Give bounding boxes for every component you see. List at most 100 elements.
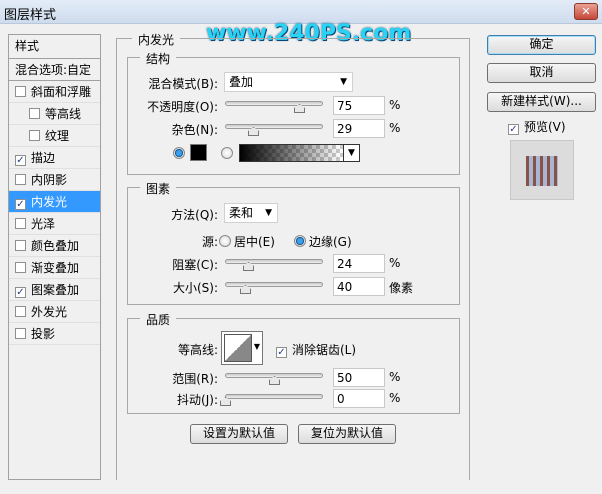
contour-label: 等高线: xyxy=(177,343,218,357)
opacity-slider[interactable] xyxy=(225,101,323,106)
noise-slider[interactable] xyxy=(225,124,323,129)
styles-header[interactable]: 样式 xyxy=(9,35,100,59)
blend-mode-select[interactable]: 叠加 ▼ xyxy=(224,72,353,92)
preview-thumbnail xyxy=(526,156,558,186)
choke-label: 阻塞(C): xyxy=(172,258,218,272)
range-label: 范围(R): xyxy=(172,372,218,386)
style-item-label: 描边 xyxy=(31,151,56,165)
style-item-label: 颜色叠加 xyxy=(31,239,80,253)
size-input[interactable]: 40 xyxy=(333,277,385,296)
jitter-label: 抖动(J): xyxy=(177,393,218,407)
check-icon: ✓ xyxy=(508,124,519,135)
checkbox-icon[interactable] xyxy=(15,218,26,229)
chevron-down-icon: ▼ xyxy=(340,77,347,87)
opacity-input[interactable]: 75 xyxy=(333,96,385,115)
style-item[interactable]: ✓ 图案叠加 xyxy=(9,279,100,301)
preview-label: 预览(V) xyxy=(524,120,566,134)
style-preview xyxy=(510,140,574,200)
contour-picker[interactable]: ▼ xyxy=(221,331,263,365)
source-label: 源: xyxy=(202,235,219,249)
range-input[interactable]: 50 xyxy=(333,368,385,387)
method-value: 柔和 xyxy=(229,206,254,220)
styles-list: 样式 混合选项:自定 斜面和浮雕等高线纹理 ✓ 描边内阴影 ✓ 内发光光泽颜色叠加渐变叠… xyxy=(8,34,101,480)
style-item-label: 纹理 xyxy=(45,129,70,143)
chevron-down-icon: ▼ xyxy=(265,208,272,218)
new-style-button[interactable]: 新建样式(W)... xyxy=(487,92,596,112)
style-item[interactable]: 光泽 xyxy=(9,213,100,235)
style-item[interactable]: 颜色叠加 xyxy=(9,235,100,257)
blend-mode-value: 叠加 xyxy=(229,75,254,89)
source-edge-label[interactable]: 边缘(G) xyxy=(309,233,352,250)
style-item-label: 渐变叠加 xyxy=(31,261,80,275)
choke-input[interactable]: 24 xyxy=(333,254,385,273)
style-item[interactable]: 等高线 xyxy=(9,103,100,125)
checkbox-icon[interactable] xyxy=(29,108,40,119)
gradient-picker[interactable]: ▼ xyxy=(239,144,360,162)
opacity-label: 不透明度(O): xyxy=(147,100,218,114)
check-icon: ✓ xyxy=(276,347,287,358)
checkbox-icon[interactable]: ✓ xyxy=(15,199,26,210)
color-swatch[interactable] xyxy=(190,144,207,161)
jitter-input[interactable]: 0 xyxy=(333,389,385,408)
ok-button[interactable]: 确定 xyxy=(487,35,596,55)
style-item-label: 等高线 xyxy=(45,107,82,121)
noise-label: 杂色(N): xyxy=(171,123,218,137)
style-item-label: 图案叠加 xyxy=(31,283,80,297)
noise-unit: % xyxy=(389,121,401,135)
range-unit: % xyxy=(389,370,401,384)
blend-mode-label: 混合模式(B): xyxy=(148,77,218,91)
jitter-unit: % xyxy=(389,391,401,405)
opacity-unit: % xyxy=(389,98,401,112)
style-item[interactable]: 内阴影 xyxy=(9,169,100,191)
source-center-radio[interactable] xyxy=(219,235,231,247)
size-slider[interactable] xyxy=(225,282,323,287)
preview-checkbox[interactable]: ✓ 预览(V) xyxy=(508,118,566,135)
checkbox-icon[interactable] xyxy=(15,306,26,317)
style-item-label: 内阴影 xyxy=(31,173,68,187)
structure-title: 结构 xyxy=(140,50,177,67)
style-item-label: 外发光 xyxy=(31,305,68,319)
choke-slider[interactable] xyxy=(225,259,323,264)
method-select[interactable]: 柔和 ▼ xyxy=(224,203,278,223)
size-label: 大小(S): xyxy=(172,281,218,295)
chevron-down-icon: ▼ xyxy=(253,342,260,351)
size-unit: 像素 xyxy=(389,281,414,295)
style-item[interactable]: 斜面和浮雕 xyxy=(9,81,100,103)
antialias-checkbox[interactable]: ✓ 消除锯齿(L) xyxy=(276,341,356,358)
style-item[interactable]: 投影 xyxy=(9,323,100,345)
checkbox-icon[interactable]: ✓ xyxy=(15,155,26,166)
source-edge-radio[interactable] xyxy=(294,235,306,247)
contour-preview xyxy=(224,334,252,362)
style-item[interactable]: 渐变叠加 xyxy=(9,257,100,279)
checkbox-icon[interactable] xyxy=(15,262,26,273)
window-title: 图层样式 xyxy=(4,8,57,23)
jitter-slider[interactable] xyxy=(225,394,323,399)
method-label: 方法(Q): xyxy=(171,208,218,222)
reset-default-button[interactable]: 复位为默认值 xyxy=(298,424,396,444)
style-item-label: 光泽 xyxy=(31,217,56,231)
gradient-radio[interactable] xyxy=(221,147,233,159)
checkbox-icon[interactable]: ✓ xyxy=(15,287,26,298)
checkbox-icon[interactable] xyxy=(15,240,26,251)
style-item[interactable]: 外发光 xyxy=(9,301,100,323)
checkbox-icon[interactable] xyxy=(29,130,40,141)
elements-title: 图素 xyxy=(140,180,177,197)
close-button[interactable]: ✕ xyxy=(574,3,598,20)
style-item[interactable]: 纹理 xyxy=(9,125,100,147)
set-default-button[interactable]: 设置为默认值 xyxy=(190,424,288,444)
style-item[interactable]: ✓ 内发光 xyxy=(9,191,100,213)
style-item[interactable]: ✓ 描边 xyxy=(9,147,100,169)
style-item-label: 内发光 xyxy=(31,195,68,209)
inner-glow-title: 内发光 xyxy=(132,31,181,48)
noise-input[interactable]: 29 xyxy=(333,119,385,138)
source-center-label[interactable]: 居中(E) xyxy=(234,233,275,250)
chevron-down-icon[interactable]: ▼ xyxy=(343,145,359,161)
antialias-label: 消除锯齿(L) xyxy=(292,343,357,357)
quality-title: 品质 xyxy=(140,311,177,328)
checkbox-icon[interactable] xyxy=(15,328,26,339)
solid-color-radio[interactable] xyxy=(173,147,185,159)
checkbox-icon[interactable] xyxy=(15,174,26,185)
checkbox-icon[interactable] xyxy=(15,86,26,97)
cancel-button[interactable]: 取消 xyxy=(487,63,596,83)
blend-options-item[interactable]: 混合选项:自定 xyxy=(9,59,100,81)
